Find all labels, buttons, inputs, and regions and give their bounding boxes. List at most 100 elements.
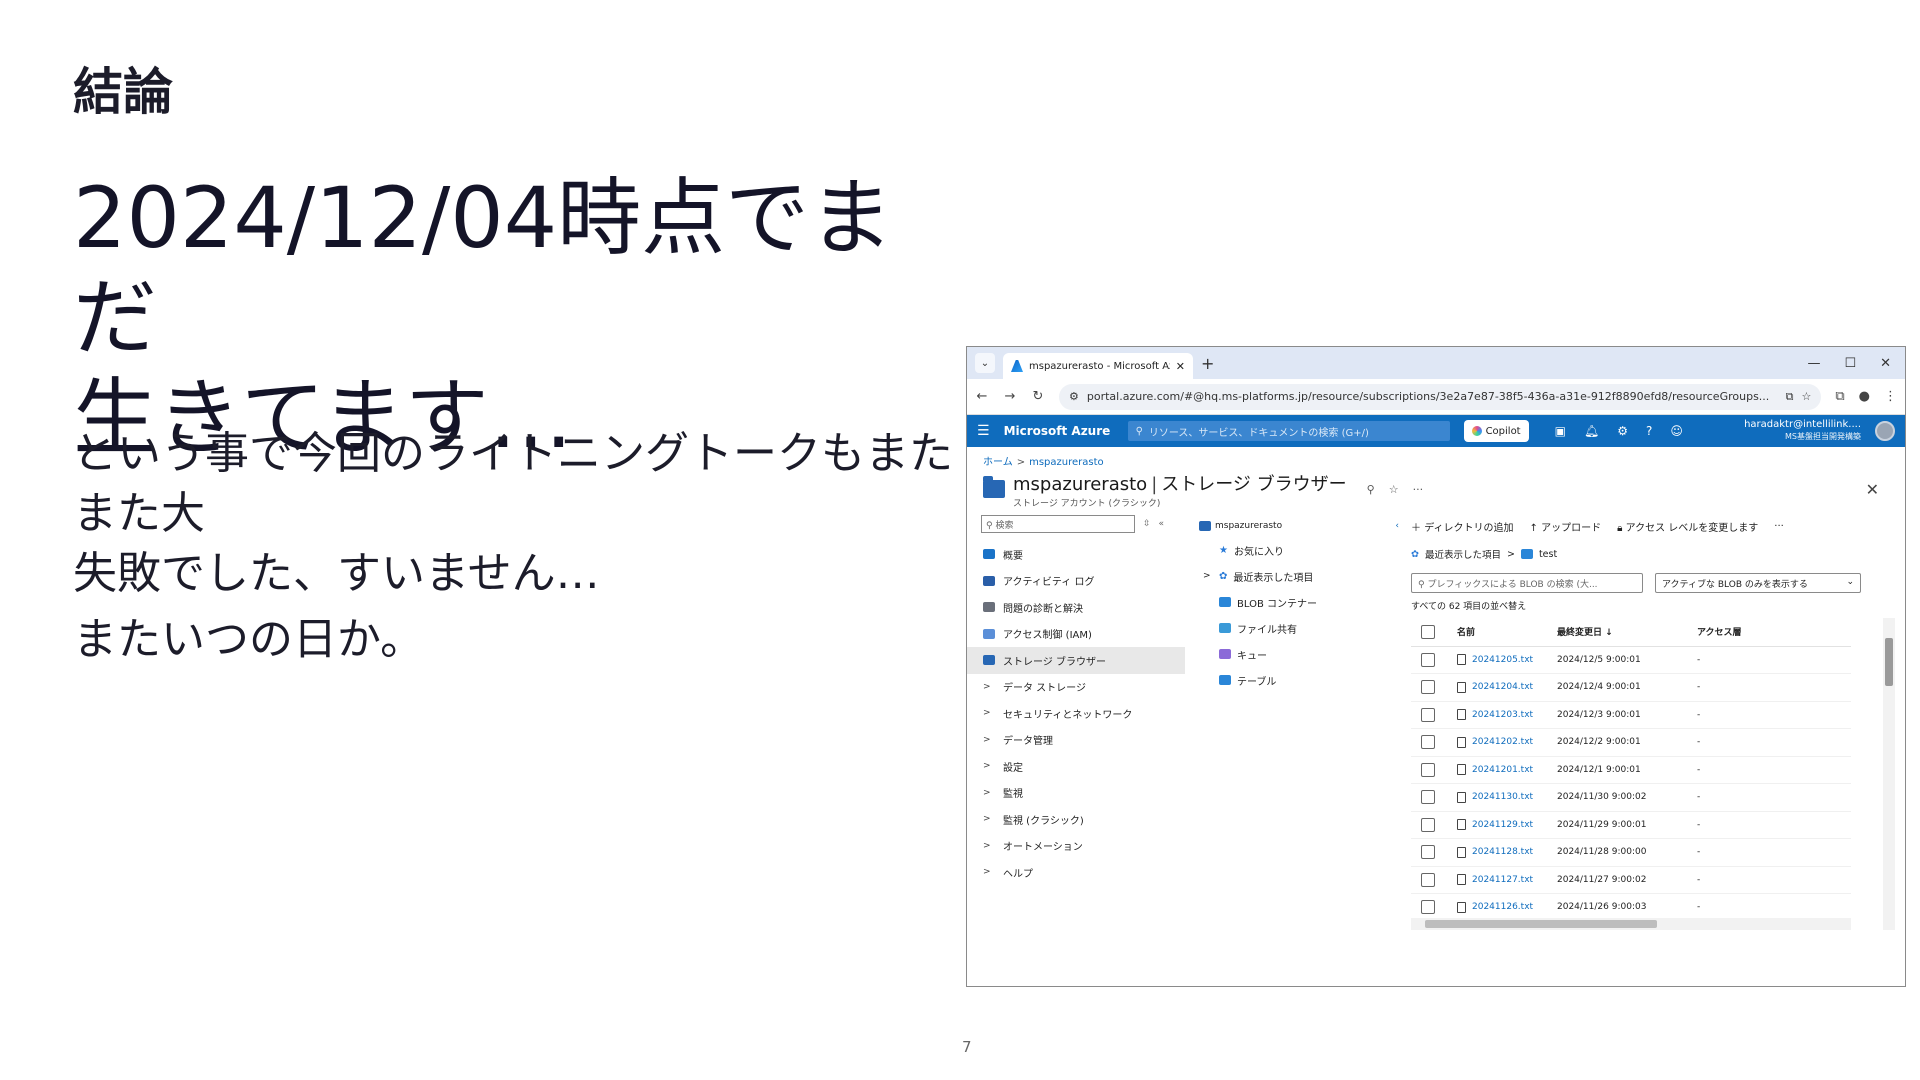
menu-item-monitoring[interactable]: > 監視 — [981, 780, 1185, 807]
pin-icon[interactable]: ⚲ — [1367, 483, 1375, 496]
blob-name-link[interactable]: 20241126.txt — [1457, 901, 1557, 913]
blob-prefix-search[interactable]: ⚲ プレフィックスによる BLOB の検索 (大... — [1411, 573, 1643, 593]
blob-name-link[interactable]: 20241204.txt — [1457, 681, 1557, 693]
horizontal-scrollbar[interactable] — [1411, 918, 1851, 930]
row-checkbox[interactable] — [1421, 735, 1435, 750]
table-row[interactable]: 20241205.txt 2024/12/5 9:00:01- — [1411, 646, 1851, 674]
menu-item-data-management[interactable]: > データ管理 — [981, 727, 1185, 754]
menu-collapse-icon[interactable]: « — [1159, 519, 1165, 529]
close-window-icon[interactable]: ✕ — [1880, 356, 1891, 371]
table-row[interactable]: 20241129.txt 2024/11/29 9:00:01- — [1411, 811, 1851, 839]
access-level-button[interactable]: 🔒︎ アクセス レベルを変更します — [1617, 519, 1758, 534]
column-modified[interactable]: 最終変更日 ↓ — [1557, 618, 1697, 647]
tree-item-recent[interactable]: > ✿ 最近表示した項目 — [1199, 563, 1407, 589]
blob-name-link[interactable]: 20241205.txt — [1457, 654, 1557, 666]
avatar[interactable] — [1875, 421, 1895, 441]
menu-item-automation[interactable]: > オートメーション — [981, 833, 1185, 860]
menu-item-monitoring-classic[interactable]: > 監視 (クラシック) — [981, 806, 1185, 833]
row-checkbox[interactable] — [1421, 707, 1435, 722]
blob-name-link[interactable]: 20241130.txt — [1457, 791, 1557, 803]
row-checkbox[interactable] — [1421, 872, 1435, 887]
browser-menu-icon[interactable]: ⋮ — [1884, 389, 1897, 404]
row-checkbox[interactable] — [1421, 790, 1435, 805]
horizontal-scroll-thumb[interactable] — [1425, 920, 1657, 928]
blob-name-link[interactable]: 20241201.txt — [1457, 764, 1557, 776]
azure-brand[interactable]: Microsoft Azure — [1004, 424, 1114, 438]
breadcrumb-resource[interactable]: mspazurerasto — [1029, 457, 1104, 468]
copilot-button[interactable]: Copilot — [1463, 420, 1529, 442]
tab-list-button[interactable]: ⌄ — [975, 353, 995, 373]
tree-root[interactable]: mspazurerasto ‹ — [1199, 515, 1407, 537]
menu-search-input[interactable]: ⚲ 検索 — [981, 515, 1135, 533]
favorite-star-icon[interactable]: ☆ — [1389, 483, 1399, 496]
menu-item-storage-browser[interactable]: ストレージ ブラウザー — [967, 647, 1185, 674]
menu-item-activity-log[interactable]: アクティビティ ログ — [981, 568, 1185, 595]
table-row[interactable]: 20241126.txt 2024/11/26 9:00:03- — [1411, 893, 1851, 922]
blob-name-link[interactable]: 20241128.txt — [1457, 846, 1557, 858]
help-icon[interactable]: ? — [1646, 424, 1652, 438]
browser-tab[interactable]: mspazurerasto - Microsoft Azure ✕ — [1003, 353, 1193, 379]
row-checkbox[interactable] — [1421, 652, 1435, 667]
tree-item-queues[interactable]: キュー — [1199, 641, 1407, 667]
azure-search-input[interactable]: ⚲ リソース、サービス、ドキュメントの検索 (G+/) — [1127, 421, 1450, 441]
breadcrumb-home[interactable]: ホーム — [983, 457, 1013, 468]
install-app-icon[interactable]: ⧉ — [1786, 390, 1794, 404]
cloud-shell-icon[interactable]: ▣ — [1555, 424, 1566, 438]
profile-icon[interactable]: ● — [1859, 389, 1870, 404]
menu-item-settings[interactable]: > 設定 — [981, 753, 1185, 780]
menu-sort-icon[interactable]: ⇳ — [1143, 519, 1151, 529]
forward-icon[interactable]: → — [1003, 389, 1017, 404]
feedback-icon[interactable]: ☺ — [1670, 424, 1683, 438]
table-row[interactable]: 20241127.txt 2024/11/27 9:00:02- — [1411, 866, 1851, 894]
blob-state-select[interactable]: アクティブな BLOB のみを表示する ⌄ — [1655, 573, 1861, 593]
table-row[interactable]: 20241128.txt 2024/11/28 9:00:00- — [1411, 838, 1851, 867]
close-tab-icon[interactable]: ✕ — [1176, 360, 1185, 373]
blob-name-link[interactable]: 20241203.txt — [1457, 709, 1557, 721]
bookmark-star-icon[interactable]: ☆ — [1801, 390, 1811, 403]
column-access-tier[interactable]: アクセス層 — [1697, 618, 1851, 647]
toolbar-more-button[interactable]: ··· — [1774, 521, 1784, 532]
path-recent[interactable]: 最近表示した項目 — [1425, 547, 1501, 561]
hamburger-menu-icon[interactable]: ☰ — [977, 423, 990, 439]
menu-item-data-storage[interactable]: > データ ストレージ — [981, 674, 1185, 701]
tree-item-favorites[interactable]: ★ お気に入り — [1199, 537, 1407, 563]
settings-gear-icon[interactable]: ⚙ — [1617, 424, 1628, 438]
path-container[interactable]: test — [1539, 549, 1557, 560]
blob-name-link[interactable]: 20241127.txt — [1457, 874, 1557, 886]
table-row[interactable]: 20241204.txt 2024/12/4 9:00:01- — [1411, 673, 1851, 702]
blob-name-link[interactable]: 20241129.txt — [1457, 819, 1557, 831]
new-tab-button[interactable]: + — [1201, 354, 1214, 373]
column-name[interactable]: 名前 — [1457, 618, 1557, 647]
site-info-icon[interactable]: ⚙ — [1069, 390, 1079, 403]
collapse-tree-icon[interactable]: ‹ — [1395, 521, 1399, 531]
close-blade-icon[interactable]: ✕ — [1866, 480, 1889, 499]
back-icon[interactable]: ← — [975, 389, 989, 404]
reload-icon[interactable]: ↻ — [1031, 389, 1045, 404]
row-checkbox[interactable] — [1421, 762, 1435, 777]
menu-item-security[interactable]: > セキュリティとネットワーク — [981, 700, 1185, 727]
maximize-icon[interactable]: ☐ — [1844, 356, 1856, 371]
row-checkbox[interactable] — [1421, 680, 1435, 695]
blob-name-link[interactable]: 20241202.txt — [1457, 736, 1557, 748]
minimize-icon[interactable]: — — [1807, 356, 1820, 371]
table-row[interactable]: 20241203.txt 2024/12/3 9:00:01- — [1411, 701, 1851, 729]
row-checkbox[interactable] — [1421, 900, 1435, 915]
add-directory-button[interactable]: ＋ ディレクトリの追加 — [1411, 519, 1514, 534]
row-checkbox[interactable] — [1421, 817, 1435, 832]
table-row[interactable]: 20241201.txt 2024/12/1 9:00:01- — [1411, 756, 1851, 784]
select-all-checkbox[interactable] — [1421, 624, 1435, 639]
upload-button[interactable]: ↑ アップロード — [1530, 519, 1602, 534]
tree-item-file-shares[interactable]: ファイル共有 — [1199, 615, 1407, 641]
more-icon[interactable]: ··· — [1413, 483, 1424, 496]
menu-item-help[interactable]: > ヘルプ — [981, 859, 1185, 886]
account-info[interactable]: haradaktr@intellilink.... MS基盤担当開発構築 — [1744, 419, 1861, 443]
table-row[interactable]: 20241130.txt 2024/11/30 9:00:02- — [1411, 783, 1851, 812]
vertical-scrollbar[interactable] — [1883, 618, 1895, 930]
notifications-icon[interactable]: 🔔︎ — [1584, 424, 1599, 438]
extensions-icon[interactable]: ⧉ — [1835, 389, 1844, 404]
menu-item-overview[interactable]: 概要 — [981, 541, 1185, 568]
table-row[interactable]: 20241202.txt 2024/12/2 9:00:01- — [1411, 728, 1851, 757]
menu-item-iam[interactable]: アクセス制御 (IAM) — [981, 621, 1185, 648]
tree-item-tables[interactable]: テーブル — [1199, 667, 1407, 693]
tree-item-blob-containers[interactable]: BLOB コンテナー — [1199, 589, 1407, 615]
